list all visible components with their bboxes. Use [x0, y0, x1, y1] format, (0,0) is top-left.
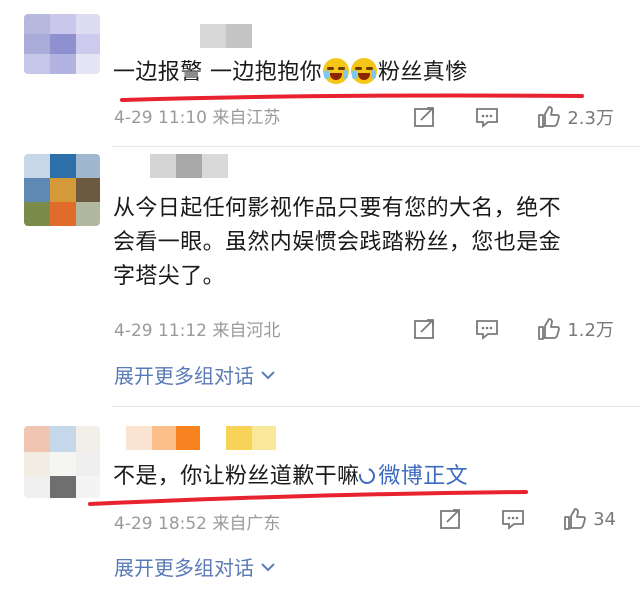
comment-meta: 4-29 18:52 来自广东 [114, 509, 280, 534]
date: 4-29 [114, 514, 153, 534]
time: 11:10 [158, 108, 207, 128]
laugh-cry-emoji [351, 58, 377, 84]
like-button[interactable]: 1.2万 [537, 316, 614, 342]
comment-actions: 1.2万 [413, 316, 614, 342]
comment-text: 从今日起任何影视作品只要有您的大名，绝不 会看一眼。虽然内娱惯会践踏粉丝，您也是… [113, 196, 562, 289]
comment-text: 不是，你让粉丝道歉干嘛 微博正文 [113, 464, 469, 489]
expand-conversation-link[interactable]: 展开更多组对话 [114, 360, 276, 389]
time: 11:12 [158, 321, 207, 341]
comment-actions: 2.3万 [413, 104, 614, 130]
comment-meta: 4-29 11:12 来自河北 [114, 316, 280, 341]
time: 18:52 [158, 514, 207, 534]
like-count: 34 [593, 508, 616, 530]
comment-3: 不是，你让粉丝道歉干嘛 微博正文 4-29 18:52 来自广东 34 展开更多组… [0, 406, 640, 596]
comment-icon[interactable] [475, 106, 499, 128]
username-mosaic[interactable] [126, 426, 276, 450]
comment-1: 一边报警 一边抱抱你 粉丝真惨 4-29 11:10 来自江苏 2.3万 [0, 0, 640, 146]
comment-icon[interactable] [501, 508, 525, 530]
like-button[interactable]: 34 [563, 508, 616, 530]
like-button[interactable]: 2.3万 [537, 104, 614, 130]
laugh-cry-emoji [323, 58, 349, 84]
avatar[interactable] [24, 14, 100, 74]
like-count: 1.2万 [567, 320, 614, 341]
thumbs-up-icon [538, 106, 561, 128]
comment-icon[interactable] [475, 318, 499, 340]
like-count: 2.3万 [567, 108, 614, 129]
weibo-post-link[interactable]: 微博正文 [356, 464, 468, 489]
date: 4-29 [114, 108, 153, 128]
location: 来自江苏 [212, 108, 281, 128]
expand-conversation-link[interactable]: 展开更多组对话 [114, 552, 276, 581]
username-mosaic[interactable] [200, 24, 252, 48]
share-icon[interactable] [413, 106, 437, 128]
chevron-down-icon [261, 370, 275, 379]
comment-meta: 4-29 11:10 来自江苏 [114, 103, 280, 128]
avatar[interactable] [24, 426, 100, 498]
username-mosaic[interactable] [150, 154, 228, 178]
date: 4-29 [114, 321, 153, 341]
comment-text: 一边报警 一边抱抱你 粉丝真惨 [113, 58, 468, 85]
comment-2: 从今日起任何影视作品只要有您的大名，绝不 会看一眼。虽然内娱惯会践踏粉丝，您也是… [0, 146, 640, 406]
thumbs-up-icon [564, 508, 586, 530]
thumbs-up-icon [538, 318, 561, 340]
avatar[interactable] [24, 154, 100, 226]
share-icon[interactable] [439, 508, 463, 530]
share-icon[interactable] [413, 318, 437, 340]
chevron-down-icon [261, 562, 275, 571]
link-icon [356, 465, 379, 487]
comment-actions: 34 [439, 508, 616, 530]
location: 来自广东 [212, 514, 281, 534]
location: 来自河北 [212, 321, 281, 341]
